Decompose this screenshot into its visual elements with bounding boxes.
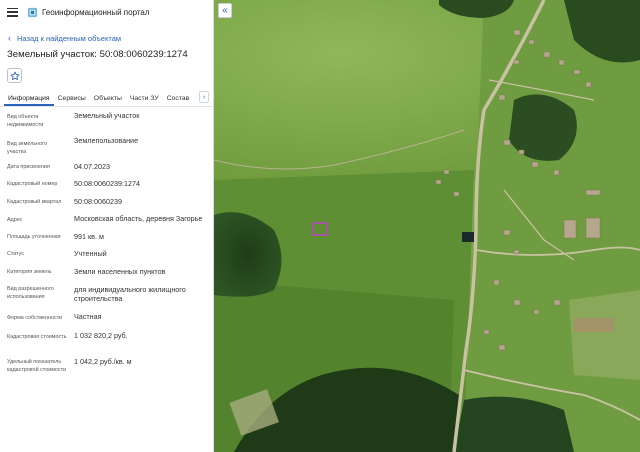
chevron-left-icon: ‹ [8, 32, 11, 43]
attr-label: Вид земельного участка [7, 141, 47, 155]
attr-value: Земельный участок [74, 111, 140, 120]
attr-label: Статус [7, 251, 25, 257]
attr-label: Кадастровый номер [7, 181, 58, 187]
attr-label: Кадастровый квартал [7, 199, 62, 205]
back-link-label: Назад к найденным объектам [17, 33, 122, 43]
attr-label: Категория земель [7, 269, 52, 275]
object-info-panel: Геоинформационный портал ‹ Назад к найде… [0, 0, 214, 452]
tab-parts[interactable]: Части ЗУ [126, 95, 163, 106]
attr-value: 991 кв. м [74, 232, 104, 241]
attr-label: Адрес [7, 217, 23, 223]
map-canvas [214, 0, 640, 452]
tab-bar: Информация Сервисы Объекты Части ЗУ Сост… [0, 89, 213, 107]
attr-label: Удельный показатель кадастровой стоимост… [7, 359, 67, 373]
attribute-list: Вид объекта недвижимости Земельный участ… [0, 107, 213, 447]
attr-value: 1 032 820,2 руб. [74, 331, 128, 340]
tab-composition[interactable]: Состав [163, 95, 194, 106]
back-to-results-link[interactable]: ‹ Назад к найденным объектам [8, 33, 213, 43]
attr-value: Учтенный [74, 249, 107, 258]
attr-value: Землепользование [74, 136, 139, 145]
attr-value: Частная [74, 312, 102, 321]
collapse-panel-button[interactable]: « [218, 3, 232, 18]
portal-logo-icon [27, 7, 38, 17]
attr-value: 50:08:0060239:1274 [74, 179, 140, 188]
attr-label: Дата присвоения [7, 164, 50, 170]
attr-value: Земли населенных пунктов [74, 267, 166, 276]
attr-label: Площадь уточненная [7, 234, 61, 240]
app-title: Геоинформационный портал [42, 7, 150, 17]
attr-value: для индивидуального жилищного строительс… [74, 285, 186, 303]
tab-services[interactable]: Сервисы [54, 95, 90, 106]
attr-value: 1 042,2 руб./кв. м [74, 357, 132, 366]
attr-label: Вид объекта недвижимости [7, 114, 44, 128]
tab-information[interactable]: Информация [4, 95, 54, 106]
attr-value: 50:08:0060239 [74, 197, 122, 206]
attr-label: Форма собственности [7, 315, 63, 321]
chevron-right-icon: › [202, 93, 206, 101]
tab-objects[interactable]: Объекты [90, 95, 126, 106]
attr-label: Кадастровая стоимость [7, 334, 67, 340]
hamburger-icon[interactable] [7, 7, 18, 17]
satellite-map[interactable] [214, 0, 640, 452]
attr-value: 04.07.2023 [74, 162, 110, 171]
top-bar: Геоинформационный портал [0, 0, 213, 24]
tabs-scroll-right-button[interactable]: › [199, 91, 209, 103]
object-title: Земельный участок: 50:08:0060239:1274 [7, 49, 188, 60]
favorite-button[interactable] [7, 68, 22, 83]
attr-label: Вид разрешенного использования [7, 286, 54, 300]
star-icon [10, 71, 19, 80]
double-chevron-left-icon: « [222, 5, 228, 16]
attr-value: Московская область, деревня Загорье [74, 214, 203, 223]
